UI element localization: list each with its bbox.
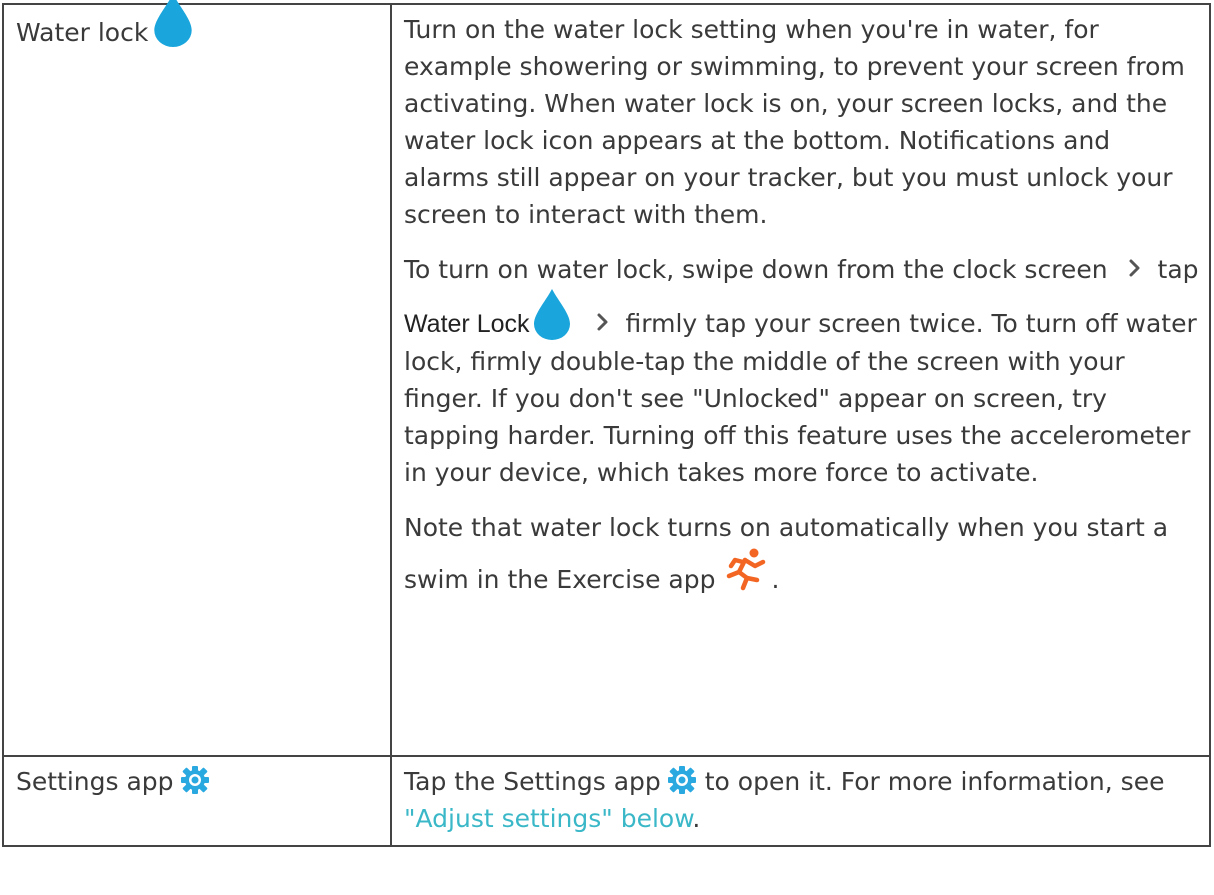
settings-gear-icon bbox=[667, 766, 696, 794]
row-label-cell: Water lock bbox=[2, 0, 392, 757]
water-lock-paragraph-1: Turn on the water lock setting when you'… bbox=[404, 15, 1185, 229]
instruction-text: tap bbox=[1157, 255, 1199, 284]
row-label-cell: Settings app bbox=[2, 755, 392, 847]
settings-text: Tap the Settings app bbox=[404, 767, 661, 796]
water-drop-icon bbox=[533, 289, 570, 340]
instruction-text: To turn on water lock, swipe down from t… bbox=[404, 255, 1108, 284]
water-lock-term: Water Lock bbox=[404, 310, 530, 338]
water-drop-icon bbox=[154, 0, 193, 47]
settings-period: . bbox=[692, 804, 701, 833]
water-lock-paragraph-3: Note that water lock turns on automatica… bbox=[404, 509, 1199, 598]
chevron-right-icon bbox=[1129, 259, 1140, 277]
row-label: Settings app bbox=[16, 767, 174, 796]
table-row: Settings app Tap the Settings app to ope… bbox=[2, 755, 1211, 847]
table-row: Water lock Turn on the water lock settin… bbox=[2, 0, 1211, 757]
note-text: Note that water lock turns on automatica… bbox=[404, 513, 1169, 594]
settings-text: to open it. For more information, see bbox=[704, 767, 1165, 796]
water-lock-paragraph-2: To turn on water lock, swipe down from t… bbox=[404, 251, 1199, 491]
row-description-cell: Turn on the water lock setting when you'… bbox=[390, 3, 1211, 757]
adjust-settings-link[interactable]: "Adjust settings" below bbox=[404, 804, 692, 833]
note-period: . bbox=[771, 565, 780, 594]
row-label: Water lock bbox=[16, 18, 149, 47]
row-description-cell: Tap the Settings app to open it. For mor… bbox=[390, 755, 1211, 847]
feature-table: Water lock Turn on the water lock settin… bbox=[2, 0, 1211, 847]
exercise-runner-icon bbox=[727, 548, 766, 591]
chevron-right-icon bbox=[597, 313, 608, 331]
settings-gear-icon bbox=[180, 766, 209, 794]
